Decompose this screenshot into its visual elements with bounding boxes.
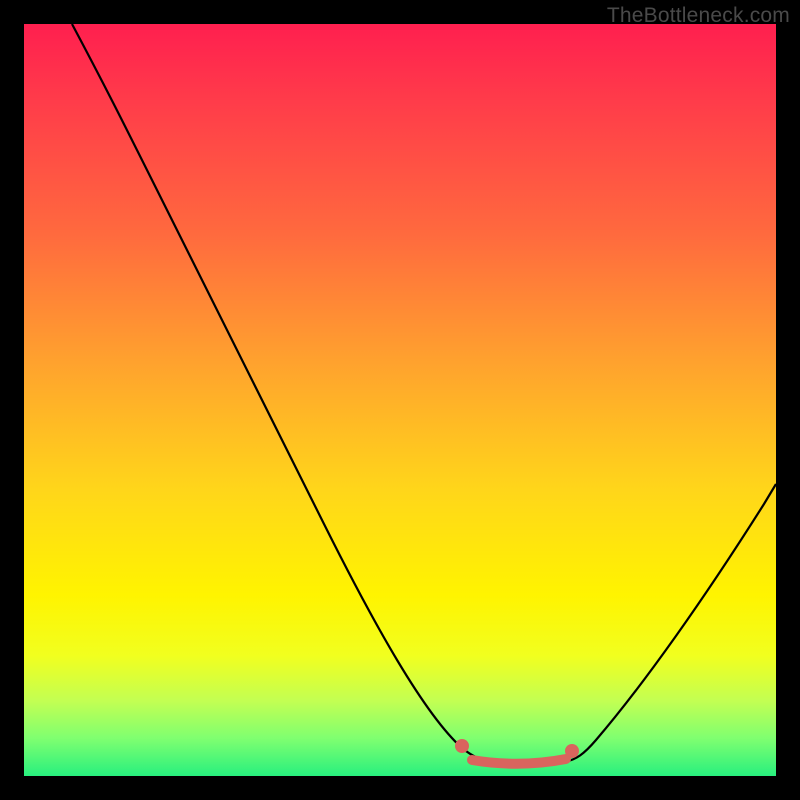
curve-layer — [24, 24, 776, 776]
flat-marker-segment — [472, 759, 566, 764]
watermark-text: TheBottleneck.com — [607, 4, 790, 28]
flat-marker-end — [565, 744, 579, 758]
flat-marker-start — [455, 739, 469, 753]
chart-frame: TheBottleneck.com — [0, 0, 800, 800]
plot-area — [24, 24, 776, 776]
bottleneck-curve — [72, 24, 776, 762]
